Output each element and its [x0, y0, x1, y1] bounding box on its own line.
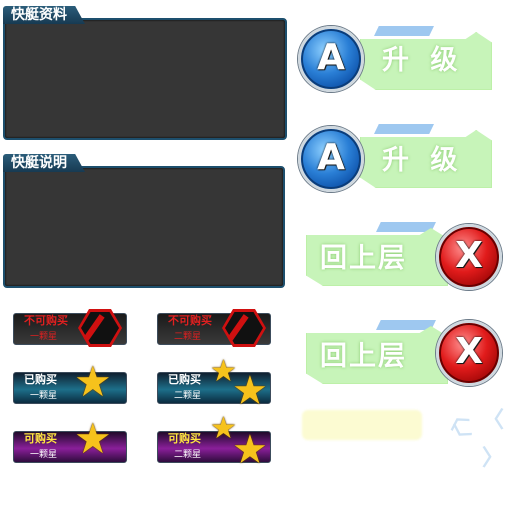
x-close-icon: X — [436, 224, 502, 290]
badge-sub: 一颗星 — [30, 391, 58, 401]
boat-info-panel: 快艇资料 — [3, 6, 287, 140]
back-label: 回上层 — [320, 243, 407, 274]
badge-sub: 二颗星 — [174, 332, 202, 342]
a-button-icon: A — [298, 126, 364, 192]
highlight-bar — [302, 410, 422, 440]
upgrade-label: 升 级 — [382, 145, 464, 176]
upgrade-button[interactable]: 升 级 A — [298, 22, 494, 92]
boat-info-box — [3, 18, 287, 140]
badge-sub: 一颗星 — [30, 450, 58, 460]
x-close-icon: X — [436, 320, 502, 386]
badge-buyable-1star[interactable]: 可购买 一颗星 ★ — [13, 418, 127, 463]
a-button-icon: A — [298, 26, 364, 92]
chevron-icon: ﹀ — [441, 422, 474, 455]
star-icon: ★ — [74, 414, 112, 463]
badge-not-buyable-2star[interactable]: 不可购买 二颗星 — [157, 309, 271, 347]
star-icon: ★ — [74, 357, 112, 406]
chevron-icon: 〈 — [482, 408, 505, 433]
lock-hex-icon — [222, 309, 266, 347]
badge-buyable-2star[interactable]: 可购买 二颗星 ★ ★ — [157, 414, 271, 470]
badge-title: 不可购买 — [168, 314, 212, 327]
badge-title: 已购买 — [168, 373, 201, 386]
badge-sub: 二颗星 — [174, 391, 202, 401]
badge-bought-1star[interactable]: 已购买 一颗星 ★ — [13, 361, 127, 404]
boat-desc-panel: 快艇说明 — [3, 154, 285, 288]
back-label: 回上层 — [320, 341, 407, 372]
badge-bought-2star[interactable]: 已购买 二颗星 ★ ★ — [157, 357, 271, 411]
upgrade-label: 升 级 — [382, 45, 464, 76]
star-icon: ★ — [232, 368, 268, 414]
lock-hex-icon — [78, 309, 122, 347]
badge-sub: 一颗星 — [30, 332, 58, 342]
badge-title: 可购买 — [168, 432, 201, 445]
badge-title: 可购买 — [24, 432, 57, 445]
star-icon: ★ — [232, 427, 268, 473]
back-button[interactable]: 回上层 X — [306, 218, 502, 290]
boat-info-title: 快艇资料 — [3, 6, 85, 24]
chevron-icon: 〉 — [482, 446, 505, 471]
upgrade-button-glow[interactable]: 升 级 A — [298, 120, 494, 192]
boat-desc-box — [3, 166, 285, 288]
badge-title: 已购买 — [24, 373, 57, 386]
boat-desc-title: 快艇说明 — [3, 154, 85, 172]
back-button-glow[interactable]: 回上层 X — [306, 316, 502, 386]
badge-title: 不可购买 — [24, 314, 68, 327]
badge-not-buyable-1star[interactable]: 不可购买 一颗星 — [13, 309, 127, 347]
badge-sub: 二颗星 — [174, 450, 202, 460]
